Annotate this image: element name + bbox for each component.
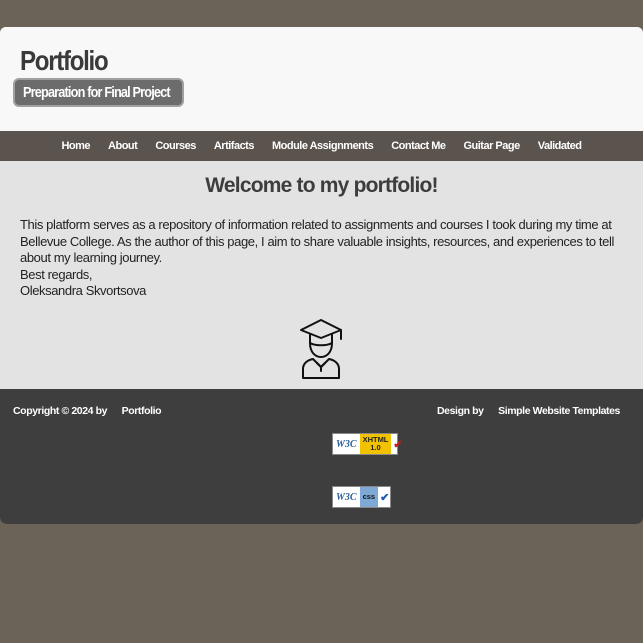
intro-text: This platform serves as a repository of …	[20, 217, 623, 300]
w3c-logo: W3C	[336, 491, 357, 503]
nav-item-module-assignments[interactable]: Module Assignments	[263, 140, 382, 152]
nav-item-courses[interactable]: Courses	[146, 140, 205, 152]
design-label: Design by	[437, 405, 484, 417]
signoff: Best regards,	[20, 266, 93, 282]
site-subtitle-badge: Preparation for Final Project	[13, 78, 184, 107]
header: Portfolio Preparation for Final Project	[0, 27, 643, 131]
design-link[interactable]: Simple Website Templates	[498, 405, 620, 417]
xhtml-label-line2: 1.0	[370, 443, 381, 452]
nav-item-about[interactable]: About	[99, 140, 146, 152]
xhtml-validator-badge[interactable]: W3C XHTML 1.0 ✔	[332, 433, 403, 455]
nav-item-validated[interactable]: Validated	[529, 140, 591, 152]
nav-item-home[interactable]: Home	[52, 140, 99, 152]
checkmark-icon: ✔	[380, 491, 390, 504]
author-name: Oleksandra Skvortsova	[20, 283, 146, 298]
w3c-logo: W3C	[336, 438, 357, 450]
nav-item-artifacts[interactable]: Artifacts	[205, 140, 263, 152]
css-validator-badge[interactable]: W3C css ✔	[332, 486, 391, 508]
nav-item-contact-me[interactable]: Contact Me	[382, 140, 454, 152]
site-subtitle: Preparation for Final Project	[23, 84, 171, 101]
site-title: Portfolio	[20, 45, 109, 76]
graduate-icon	[300, 319, 342, 379]
design-credit: Design by Simple Website Templates	[437, 405, 620, 417]
nav-item-guitar-page[interactable]: Guitar Page	[454, 140, 528, 152]
css-label-text: css	[362, 492, 376, 501]
css-label: css	[359, 487, 379, 507]
checkmark-icon: ✔	[393, 438, 403, 451]
xhtml-label: XHTML 1.0	[359, 434, 392, 454]
intro-paragraph: This platform serves as a repository of …	[20, 217, 614, 265]
page-heading: Welcome to my portfolio!	[205, 174, 438, 197]
footer: Copyright © 2024 by Portfolio Design by …	[0, 389, 643, 524]
page-container: Portfolio Preparation for Final Project …	[0, 27, 643, 524]
copyright-text: Copyright © 2024 by	[13, 405, 108, 417]
copyright-link[interactable]: Portfolio	[122, 405, 162, 417]
main-content: Welcome to my portfolio! This platform s…	[0, 161, 643, 389]
copyright: Copyright © 2024 by Portfolio	[13, 405, 162, 417]
main-nav: Home About Courses Artifacts Module Assi…	[0, 131, 643, 161]
